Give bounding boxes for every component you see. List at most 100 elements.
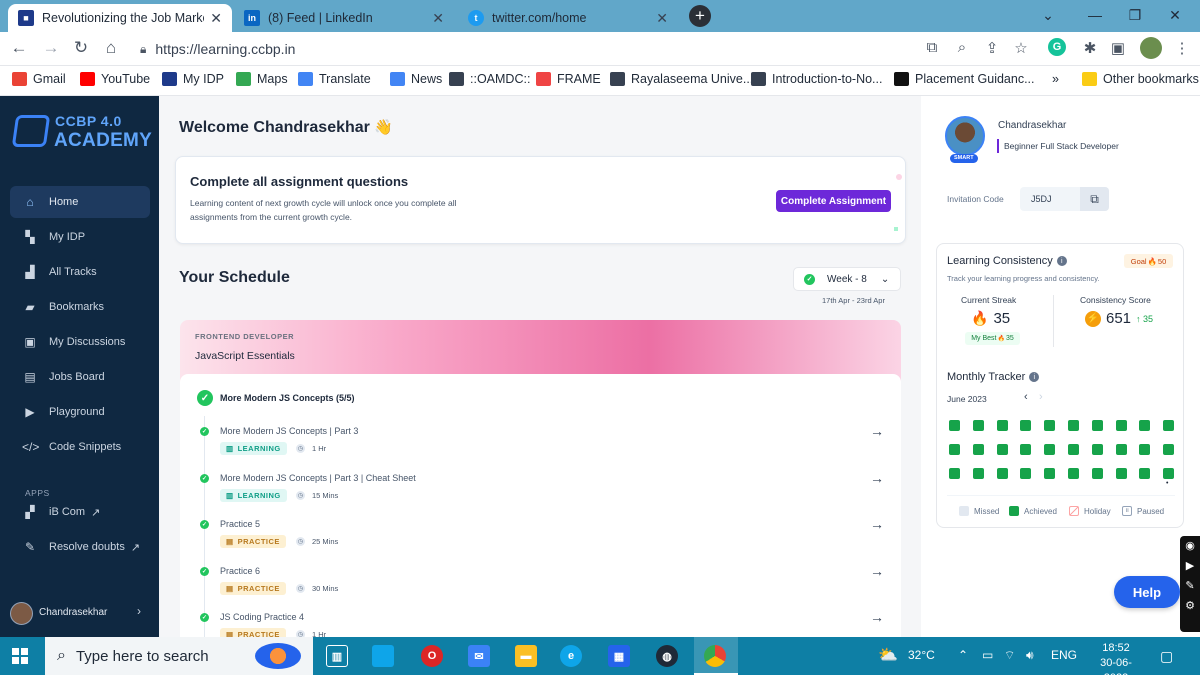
info-icon[interactable]: i: [1029, 372, 1040, 383]
close-icon[interactable]: ✕: [656, 10, 668, 27]
tab-linkedin[interactable]: in (8) Feed | LinkedIn ✕: [234, 4, 454, 32]
sidebar-item-playground[interactable]: ▶ Playground: [10, 396, 150, 428]
avatar[interactable]: [10, 602, 33, 625]
chevron-up-icon[interactable]: ⌃: [958, 648, 968, 662]
schedule-item-title[interactable]: More Modern JS Concepts | Part 3: [220, 426, 358, 436]
restore-icon[interactable]: ❐: [1115, 4, 1155, 26]
close-icon[interactable]: ✕: [432, 10, 444, 27]
tab-search-icon[interactable]: ⌄: [1028, 4, 1068, 26]
schedule-item-title[interactable]: JS Coding Practice 4: [220, 612, 304, 622]
zoom-icon[interactable]: ⌕: [952, 39, 972, 56]
weather-icon[interactable]: ⛅: [878, 645, 898, 665]
new-tab-button[interactable]: +: [689, 5, 711, 27]
arrow-right-icon[interactable]: →: [870, 516, 884, 532]
bookmark-9[interactable]: Introduction-to-No...: [751, 72, 882, 86]
tab-twitter[interactable]: t twitter.com/home ✕: [458, 4, 678, 32]
chevron-right-icon[interactable]: ›: [137, 604, 141, 618]
sidebar-user-name[interactable]: Chandrasekhar: [39, 607, 107, 618]
next-month-icon[interactable]: ›: [1039, 391, 1043, 403]
bookmark-2[interactable]: My IDP: [162, 72, 224, 86]
notifications-icon[interactable]: ▢: [1160, 648, 1173, 665]
sidebar-item-code-snippets[interactable]: </> Code Snippets: [10, 431, 150, 463]
camera-icon[interactable]: ◉: [1180, 536, 1200, 556]
windows-start-icon[interactable]: [12, 648, 28, 664]
tag-label: PRACTICE: [237, 584, 280, 593]
divider: [1053, 295, 1054, 347]
bookmark-label: Introduction-to-No...: [772, 72, 883, 86]
bookmark-4[interactable]: Translate: [298, 72, 371, 86]
address-bar[interactable]: 🔒︎ https://learning.ccbp.in: [128, 35, 908, 63]
sidebar-app-ib-com[interactable]: ▞ iB Com ↗: [10, 496, 150, 528]
arrow-right-icon[interactable]: →: [870, 563, 884, 579]
track-name: JavaScript Essentials: [195, 350, 295, 362]
video-icon[interactable]: ▶: [1180, 556, 1200, 576]
window-close-icon[interactable]: ✕: [1155, 4, 1195, 26]
forward-icon[interactable]: →: [40, 38, 62, 58]
bookmark-3[interactable]: Maps: [236, 72, 288, 86]
section-title[interactable]: More Modern JS Concepts (5/5): [220, 393, 355, 403]
sidebar-item-all-tracks[interactable]: ▟ All Tracks: [10, 256, 150, 288]
taskbar-search[interactable]: ⌕ Type here to search: [45, 637, 313, 675]
edge-icon[interactable]: e: [560, 645, 582, 667]
more-bookmarks-button[interactable]: »: [1052, 72, 1059, 86]
sidebar-item-my-idp[interactable]: ▚ My IDP: [10, 221, 150, 253]
star-icon[interactable]: ☆: [1011, 39, 1031, 57]
bookmark-10[interactable]: Placement Guidanc...: [894, 72, 1035, 86]
schedule-item-title[interactable]: More Modern JS Concepts | Part 3 | Cheat…: [220, 473, 416, 483]
back-icon[interactable]: ←: [8, 38, 30, 58]
profile-avatar[interactable]: [1140, 37, 1162, 59]
task-view-icon[interactable]: ▥: [326, 645, 348, 667]
extensions-icon[interactable]: ✱: [1080, 39, 1100, 57]
sidebar-item-bookmarks[interactable]: ▰ Bookmarks: [10, 291, 150, 323]
bookmark-7[interactable]: FRAME: [536, 72, 601, 86]
close-icon[interactable]: ✕: [210, 10, 222, 27]
clock-icon: ◷: [296, 630, 305, 637]
opera-icon[interactable]: O: [421, 645, 443, 667]
temperature[interactable]: 32°C: [908, 648, 935, 662]
bookmark-5[interactable]: News: [390, 72, 442, 86]
share-icon[interactable]: ⇪: [982, 39, 1002, 57]
volume-icon[interactable]: 🔊︎: [1026, 648, 1034, 663]
schedule-item-title[interactable]: Practice 6: [220, 566, 260, 576]
prev-month-icon[interactable]: ‹: [1024, 391, 1028, 403]
pen-icon[interactable]: ✎: [1180, 576, 1200, 596]
info-icon[interactable]: i: [1056, 256, 1067, 267]
chrome-profile-icon[interactable]: ◍: [656, 645, 678, 667]
schedule-item-title[interactable]: Practice 5: [220, 519, 260, 529]
bookmark-0[interactable]: Gmail: [12, 72, 66, 86]
bookmark-1[interactable]: YouTube: [80, 72, 150, 86]
other-bookmarks[interactable]: Other bookmarks: [1082, 72, 1199, 86]
mail-icon[interactable]: ✉: [468, 645, 490, 667]
arrow-right-icon[interactable]: →: [870, 609, 884, 625]
tab-ccbp[interactable]: ■ Revolutionizing the Job Market | ✕: [8, 4, 232, 32]
minimize-icon[interactable]: —: [1075, 4, 1115, 26]
settings-icon[interactable]: ⚙: [1180, 596, 1200, 616]
sidepanel-icon[interactable]: ▣: [1108, 39, 1128, 57]
home-browser-icon[interactable]: ⌂: [100, 38, 122, 58]
grammarly-icon[interactable]: G: [1048, 38, 1066, 56]
flame-icon: 🔥: [997, 336, 1005, 342]
menu-kebab-icon[interactable]: ⋮: [1172, 39, 1192, 57]
language-indicator[interactable]: ENG: [1051, 648, 1077, 662]
complete-assignment-button[interactable]: Complete Assignment: [776, 190, 891, 212]
bookmark-6[interactable]: ::OAMDC::: [449, 72, 530, 86]
app-icon[interactable]: ▦: [608, 645, 630, 667]
reload-icon[interactable]: ↻: [70, 38, 92, 58]
clock[interactable]: 18:52 30-06-2023: [1088, 641, 1144, 686]
week-selector[interactable]: ✓ Week - 8 ⌄: [793, 267, 901, 291]
store-icon[interactable]: [372, 645, 394, 667]
battery-icon[interactable]: ▭: [982, 648, 993, 662]
sidebar-item-my-discussions[interactable]: ▣ My Discussions: [10, 326, 150, 358]
file-explorer-icon[interactable]: ▬: [515, 645, 537, 667]
arrow-right-icon[interactable]: →: [870, 470, 884, 486]
sidebar-item-jobs-board[interactable]: ▤ Jobs Board: [10, 361, 150, 393]
network-icon[interactable]: ⌔: [1004, 648, 1015, 663]
sidebar-app-resolve-doubts[interactable]: ✎ Resolve doubts ↗: [10, 531, 150, 563]
help-button[interactable]: Help: [1114, 576, 1180, 608]
arrow-right-icon[interactable]: →: [870, 423, 884, 439]
open-in-app-icon[interactable]: ⧉: [922, 39, 942, 56]
sidebar-item-home[interactable]: ⌂ Home: [10, 186, 150, 218]
copy-icon[interactable]: ⧉: [1080, 187, 1109, 211]
chrome-icon[interactable]: [704, 645, 726, 667]
bookmark-8[interactable]: Rayalaseema Unive...: [610, 72, 753, 86]
